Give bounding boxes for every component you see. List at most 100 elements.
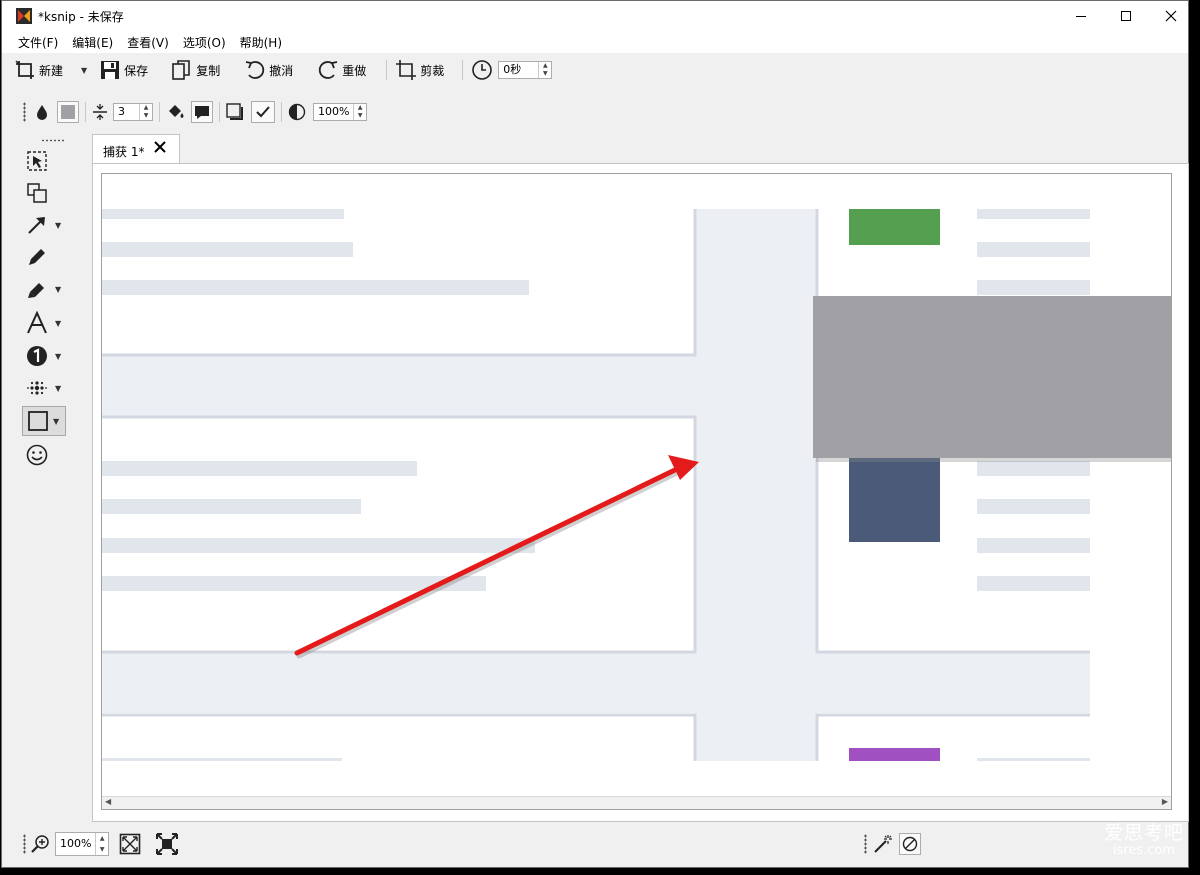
crop-button[interactable]: 剪裁 — [395, 58, 444, 82]
new-dropdown-icon[interactable]: ▼ — [81, 66, 87, 75]
opacity-stepper-icon[interactable]: ▲ ▼ — [353, 104, 366, 120]
maximize-icon — [1121, 11, 1131, 21]
shadow-checkbox[interactable] — [251, 101, 275, 123]
chevron-down-icon[interactable]: ▼ — [55, 221, 61, 230]
minimize-button[interactable] — [1058, 1, 1104, 31]
tab-close-icon[interactable] — [153, 140, 167, 154]
zoom-spinbox[interactable]: 100% ▲ ▼ — [55, 832, 109, 856]
new-capture-icon — [15, 60, 34, 79]
maximize-button[interactable] — [1103, 1, 1149, 31]
redo-icon — [319, 61, 338, 79]
text-placeholder-bar — [102, 280, 529, 295]
menu-edit[interactable]: 编辑(E) — [65, 31, 120, 53]
toolbar-separator — [462, 60, 464, 80]
annotation-arrow[interactable] — [294, 466, 680, 656]
smiley-icon — [26, 444, 48, 466]
tab-capture[interactable]: 捕获 1* — [92, 134, 180, 164]
opacity-spinbox[interactable]: 100% ▲ ▼ — [313, 103, 367, 121]
color-picker-button[interactable] — [57, 101, 79, 123]
fill-bucket-icon — [169, 105, 184, 118]
chevron-down-icon[interactable]: ▼ — [55, 352, 61, 361]
zoom-toolbar: 100% ▲ ▼ — [23, 831, 178, 857]
menu-bar: 文件(F) 编辑(E) 查看(V) 选项(O) 帮助(H) — [2, 31, 1188, 53]
annotation-canvas[interactable] — [101, 173, 1172, 810]
text-placeholder-bar — [977, 242, 1090, 257]
text-tool[interactable]: ▼ — [22, 309, 68, 337]
panel-border — [102, 713, 697, 761]
checkmark-icon — [256, 106, 270, 118]
text-placeholder-bar — [102, 209, 344, 219]
clear-effects-button[interactable] — [899, 833, 921, 855]
toolbar-grip[interactable] — [23, 102, 26, 122]
select-tool[interactable] — [22, 147, 68, 175]
text-placeholder-bar — [977, 499, 1090, 514]
arrow-tool[interactable]: ▼ — [22, 211, 68, 239]
text-placeholder-bar — [102, 758, 342, 761]
save-label: 保存 — [124, 63, 149, 78]
text-placeholder-bar — [977, 461, 1090, 476]
toolbar-separator — [281, 102, 282, 122]
toolbar-grip[interactable] — [23, 834, 26, 854]
main-toolbar: 新建 ▼ 保存 复制 撤消 重做 剪裁 0秒 ▲ ▼ — [14, 58, 553, 82]
sticker-tool[interactable] — [22, 441, 68, 469]
duplicate-tool[interactable] — [22, 179, 68, 207]
save-button[interactable]: 保存 — [99, 58, 148, 82]
delay-spinbox[interactable]: 0秒 ▲ ▼ — [498, 61, 553, 79]
ksnip-app-icon — [16, 8, 32, 24]
no-effect-icon — [902, 836, 918, 852]
blur-tool[interactable]: ▼ — [22, 374, 68, 402]
number-tool[interactable]: ▼ — [22, 342, 68, 370]
effects-toolbar — [864, 833, 921, 855]
zoom-in-icon — [31, 835, 49, 853]
pen-tool[interactable] — [22, 243, 68, 271]
menu-file[interactable]: 文件(F) — [2, 31, 65, 53]
toolbar-grip[interactable] — [864, 834, 867, 854]
width-value: 3 — [118, 105, 125, 118]
copy-icon — [172, 60, 190, 80]
delay-stepper-icon[interactable]: ▲ ▼ — [538, 62, 551, 78]
menu-options[interactable]: 选项(O) — [176, 31, 233, 53]
select-arrow-icon — [27, 151, 47, 171]
text-placeholder-bar — [977, 209, 1090, 219]
filled-rect-icon — [195, 106, 209, 119]
new-label: 新建 — [39, 63, 64, 78]
menu-help[interactable]: 帮助(H) — [233, 31, 289, 53]
text-placeholder-bar — [102, 499, 361, 514]
copy-button[interactable]: 复制 — [171, 58, 220, 82]
width-spinbox[interactable]: 3 ▲ ▼ — [113, 103, 153, 121]
width-stepper-icon[interactable]: ▲ ▼ — [139, 104, 152, 120]
toolbar-grip[interactable] — [41, 139, 65, 142]
undo-icon — [246, 61, 265, 79]
horizontal-scrollbar[interactable]: ◀ ▶ — [102, 796, 1171, 809]
duplicate-icon — [27, 183, 47, 203]
zoom-stepper-icon[interactable]: ▲ ▼ — [95, 833, 108, 855]
chevron-down-icon[interactable]: ▼ — [55, 384, 61, 393]
marker-tool[interactable]: ▼ — [22, 275, 68, 303]
text-placeholder-bar — [102, 461, 417, 476]
redo-button[interactable]: 重做 — [317, 58, 366, 82]
delay-value: 0秒 — [503, 63, 522, 76]
fullscreen-button[interactable] — [156, 832, 178, 856]
chevron-down-icon[interactable]: ▼ — [55, 285, 61, 294]
magic-wand-icon — [874, 835, 892, 853]
chevron-down-icon[interactable]: ▼ — [55, 319, 61, 328]
panel-border — [102, 415, 697, 654]
blur-dots-icon — [27, 381, 47, 395]
text-placeholder-bar — [102, 242, 353, 257]
close-button[interactable] — [1148, 1, 1194, 31]
fit-window-button[interactable] — [119, 832, 141, 856]
toolbar-separator — [85, 102, 86, 122]
fill-type-button[interactable] — [191, 101, 213, 123]
rect-tool[interactable]: ▼ — [22, 406, 66, 436]
redo-label: 重做 — [342, 63, 367, 78]
scroll-right-icon[interactable]: ▶ — [1162, 797, 1168, 806]
band-light — [102, 651, 1090, 713]
undo-button[interactable]: 撤消 — [244, 58, 293, 82]
new-button[interactable]: 新建 — [14, 58, 63, 82]
annotation-rectangle[interactable] — [813, 296, 1171, 458]
menu-view[interactable]: 查看(V) — [120, 31, 176, 53]
watermark-line1: 爱思考吧 — [1104, 822, 1185, 844]
scroll-left-icon[interactable]: ◀ — [105, 797, 111, 806]
chevron-down-icon[interactable]: ▼ — [53, 417, 59, 426]
tab-label: 捕获 1* — [103, 145, 145, 159]
